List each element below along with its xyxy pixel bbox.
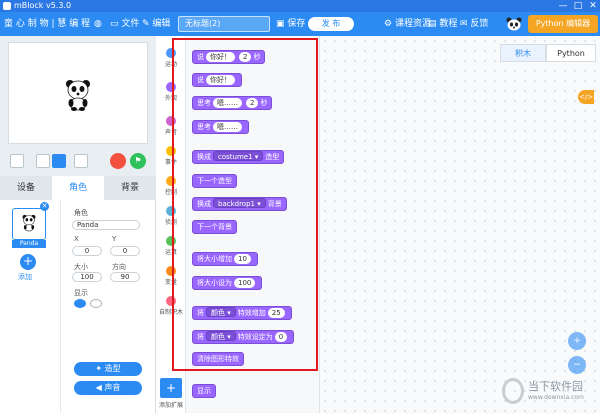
size-input[interactable]: 100: [72, 272, 102, 282]
code-toggle-icon[interactable]: </>: [578, 90, 594, 104]
direction-label: 方向: [112, 263, 126, 271]
sprite-thumbnail-name: Panda: [12, 240, 46, 248]
grid-icon[interactable]: [74, 154, 88, 168]
show-eye-icon[interactable]: [74, 299, 86, 308]
wand-icon: ✦: [95, 364, 105, 373]
globe-icon[interactable]: ◍: [94, 12, 102, 36]
stop-icon[interactable]: [110, 153, 126, 169]
fullscreen-icon[interactable]: [10, 154, 24, 168]
tutorial-menu[interactable]: ▤ 教程: [428, 12, 457, 36]
costume-button[interactable]: ✦ 造型: [74, 362, 142, 376]
tab-blocks[interactable]: 积木: [500, 44, 546, 62]
role-label: 角色: [74, 209, 88, 217]
stage-canvas[interactable]: [8, 42, 148, 144]
watermark: 当下软件园 www.downxia.com: [500, 376, 596, 410]
tab-python[interactable]: Python: [546, 44, 596, 62]
green-flag-icon[interactable]: ⚑: [130, 153, 146, 169]
show-block[interactable]: 显示: [192, 384, 216, 398]
role-name-input[interactable]: Panda: [72, 220, 140, 230]
publish-button[interactable]: 发 布: [308, 17, 354, 31]
project-name-input[interactable]: 无标题(2): [178, 16, 270, 32]
save-button[interactable]: ▣ 保存: [276, 12, 305, 36]
close-window-button[interactable]: ✕: [586, 0, 600, 12]
app-logo-icon: [3, 2, 11, 10]
sound-button[interactable]: ◀ 声音: [74, 381, 142, 395]
edit-icon: ✎: [142, 19, 153, 29]
python-editor-button[interactable]: Python 编辑器: [528, 15, 598, 33]
sprite-thumbnail[interactable]: [12, 208, 46, 240]
tab-sprites[interactable]: 角色: [52, 176, 104, 200]
y-input[interactable]: 0: [110, 246, 140, 256]
size-label: 大小: [74, 263, 88, 271]
file-menu[interactable]: ▭ 文件: [110, 12, 139, 36]
title-bar: mBlock v5.3.0 — □ ✕: [0, 0, 600, 12]
brand-label: 童 心 制 物 | 慧 编 程: [4, 19, 91, 29]
panda-sprite[interactable]: [65, 79, 91, 111]
workspace-tabs: 积木 Python: [500, 44, 596, 62]
add-extension-button[interactable]: +: [160, 378, 182, 398]
feedback-menu[interactable]: ✉ 反馈: [460, 12, 488, 36]
highlight-box: [172, 38, 318, 371]
sprite-panel: Panda ✕ + 添加 角色 Panda X Y 0 0 大小 方向 100 …: [0, 200, 156, 413]
courses-icon: ⚙: [384, 19, 395, 29]
script-workspace[interactable]: [320, 36, 600, 413]
x-label: X: [74, 235, 79, 243]
small-stage-icon[interactable]: [36, 154, 50, 168]
watermark-url: www.downxia.com: [528, 394, 584, 401]
show-label: 显示: [74, 289, 88, 297]
folder-icon: ▭: [110, 19, 122, 29]
feedback-icon: ✉: [460, 19, 471, 29]
watermark-title: 当下软件园: [528, 380, 583, 393]
direction-input[interactable]: 90: [110, 272, 140, 282]
hide-eye-icon[interactable]: [90, 299, 102, 308]
stage-controls: ⚑: [8, 150, 148, 172]
panda-thumbnail-icon: [22, 214, 36, 232]
delete-sprite-icon[interactable]: ✕: [40, 202, 49, 211]
normal-stage-icon[interactable]: [52, 154, 66, 168]
book-icon: ▤: [428, 19, 440, 29]
watermark-logo-icon: [502, 378, 524, 404]
x-input[interactable]: 0: [72, 246, 102, 256]
tab-backdrops[interactable]: 背景: [104, 176, 156, 200]
sprite-panel-tabs: 设备 角色 背景: [0, 176, 156, 200]
panel-divider: [60, 200, 61, 413]
zoom-out-icon[interactable]: −: [568, 356, 586, 374]
user-avatar[interactable]: [506, 17, 522, 31]
menu-bar: 童 心 制 物 | 慧 编 程 ◍ ▭ 文件 ✎ 编辑 无标题(2) ▣ 保存 …: [0, 12, 600, 36]
add-sprite-button[interactable]: +: [20, 254, 36, 270]
edit-menu[interactable]: ✎ 编辑: [142, 12, 170, 36]
courses-menu[interactable]: ⚙ 课程资源: [384, 12, 431, 36]
add-sprite-label: 添加: [18, 273, 32, 281]
zoom-in-icon[interactable]: +: [568, 332, 586, 350]
y-label: Y: [112, 235, 117, 243]
maximize-button[interactable]: □: [571, 0, 585, 12]
add-extension-label: 添加扩展: [158, 402, 183, 409]
window-title: mBlock v5.3.0: [14, 1, 72, 10]
save-icon: ▣: [276, 19, 288, 29]
tab-devices[interactable]: 设备: [0, 176, 52, 200]
minimize-button[interactable]: —: [556, 0, 570, 12]
